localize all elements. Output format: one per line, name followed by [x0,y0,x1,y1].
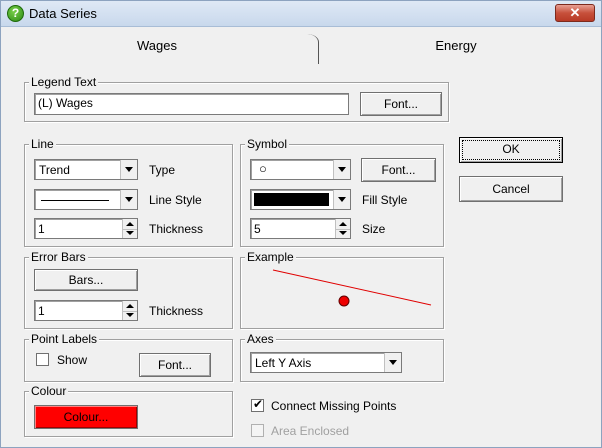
chevron-down-icon [120,190,137,209]
data-series-dialog: ? Data Series ✕ Wages Energy Legend Text… [0,0,602,448]
chevron-down-icon [120,160,137,179]
chevron-down-icon [384,353,401,372]
axes-select[interactable]: Left Y Axis [250,352,402,373]
error-thickness-value: 1 [38,304,45,318]
point-labels-label: Point Labels [29,332,100,346]
connect-missing-label: Connect Missing Points [271,399,397,413]
fill-style-select[interactable] [250,189,351,210]
spin-arrows-icon[interactable] [122,301,137,320]
bars-button[interactable]: Bars... [34,269,138,291]
close-button[interactable]: ✕ [555,4,595,22]
tab-wages[interactable]: Wages [7,32,307,62]
spin-arrows-icon[interactable] [122,219,137,238]
help-icon: ? [7,5,24,22]
symbol-size-label: Size [362,222,386,236]
legend-text-label: Legend Text [29,75,99,89]
axes-label: Axes [245,332,276,346]
colour-label: Colour [29,384,69,398]
show-checkbox[interactable] [36,353,49,366]
tab-energy[interactable]: Energy [317,32,595,62]
legend-font-button-label: Font... [383,97,418,111]
symbol-font-button-label: Font... [381,163,416,177]
error-bars-label: Error Bars [29,250,88,264]
fill-style-label: Fill Style [362,193,408,207]
symbol-size-value: 5 [254,222,261,236]
example-preview [272,269,432,307]
tab-strip: Wages Energy [7,32,595,64]
ok-button[interactable]: OK [459,137,563,163]
title-bar: ? Data Series ✕ [1,1,601,27]
fill-style-swatch [254,193,329,206]
ok-button-label: OK [502,142,520,156]
area-enclosed-label: Area Enclosed [271,424,350,438]
point-labels-font-button-label: Font... [157,358,192,372]
line-thickness-spinner[interactable]: 1 [34,218,138,239]
symbol-font-button[interactable]: Font... [361,158,436,182]
line-style-sample [41,200,109,201]
bars-button-label: Bars... [68,273,104,287]
line-type-value: Trend [39,163,70,177]
example-point [338,295,350,307]
line-thickness-label: Thickness [149,222,204,236]
line-type-select[interactable]: Trend [34,159,138,180]
symbol-label: Symbol [245,137,290,151]
chevron-down-icon [333,160,350,179]
axes-value: Left Y Axis [255,356,312,370]
show-label: Show [57,353,88,367]
line-label: Line [29,137,56,151]
symbol-select[interactable]: ○ [250,159,351,180]
legend-font-button[interactable]: Font... [360,92,442,116]
legend-text-input[interactable]: (L) Wages [34,93,349,115]
cancel-button-label: Cancel [492,182,530,196]
colour-button[interactable]: Colour... [34,405,138,429]
symbol-value: ○ [259,161,267,176]
line-style-label: Line Style [149,193,202,207]
example-line [272,269,432,306]
line-thickness-value: 1 [38,222,45,236]
spin-arrows-icon[interactable] [335,219,350,238]
area-enclosed-checkbox[interactable] [251,424,264,437]
colour-button-label: Colour... [63,410,109,424]
point-labels-font-button[interactable]: Font... [139,353,211,377]
symbol-size-spinner[interactable]: 5 [250,218,351,239]
error-thickness-spinner[interactable]: 1 [34,300,138,321]
error-thickness-label: Thickness [149,304,204,318]
window-title: Data Series [29,6,97,21]
line-type-label: Type [149,163,176,177]
example-group: Example [240,250,444,329]
chevron-down-icon [333,190,350,209]
connect-missing-checkbox[interactable] [251,397,264,412]
cancel-button[interactable]: Cancel [459,176,563,202]
line-style-select[interactable] [34,189,138,210]
